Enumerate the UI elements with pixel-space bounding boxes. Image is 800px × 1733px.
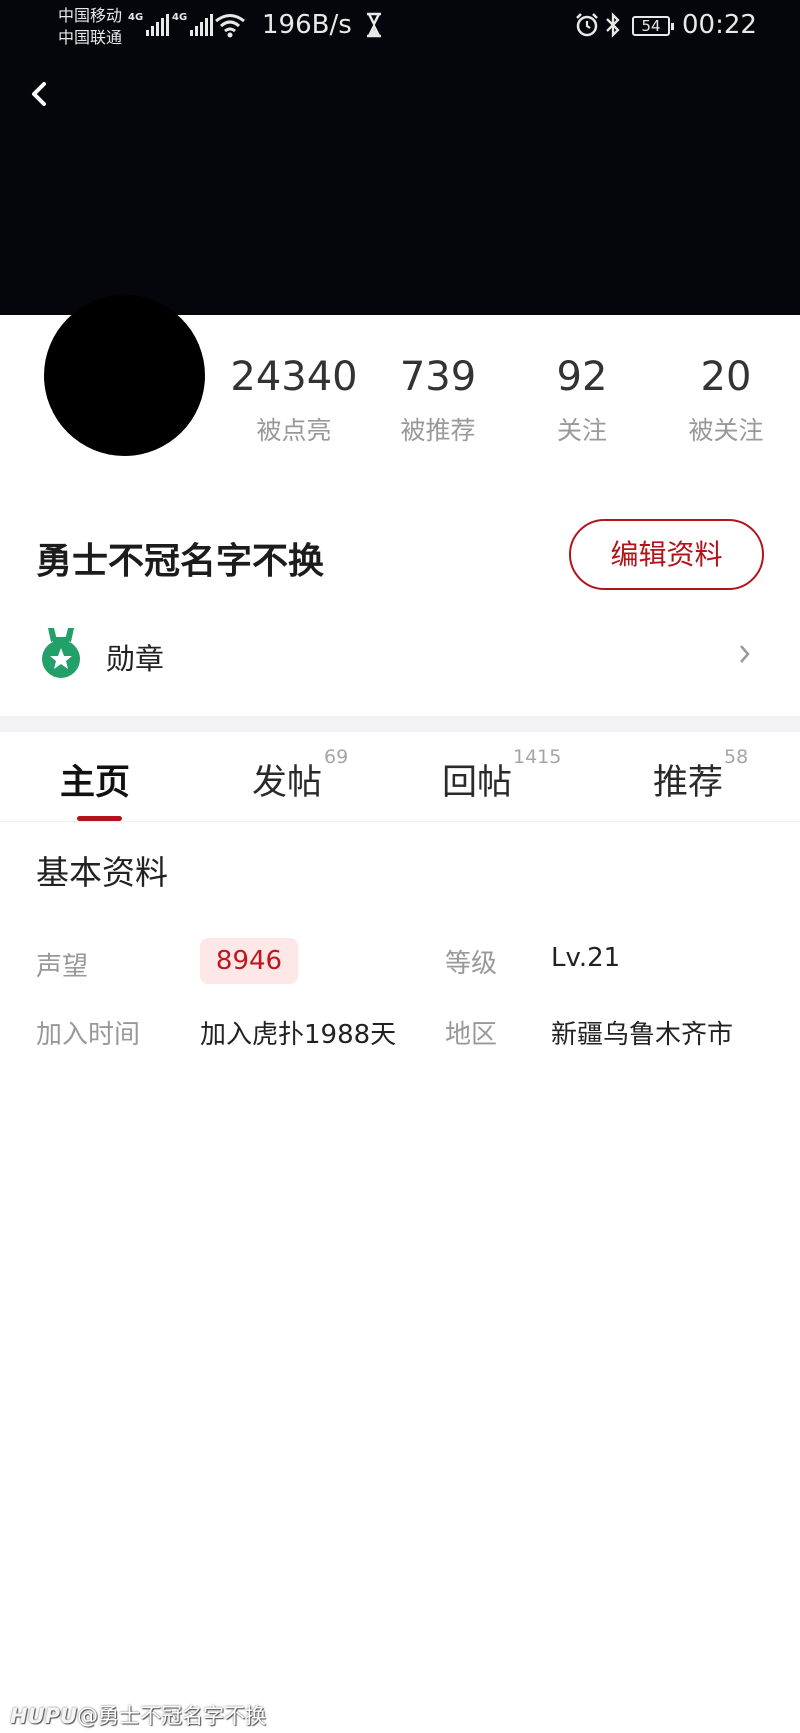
join-time-label: 加入时间 bbox=[36, 1020, 141, 1050]
watermark-handle: @勇士不冠名字不换 bbox=[77, 1704, 267, 1728]
username: 勇士不冠名字不换 bbox=[36, 541, 325, 582]
wifi-icon bbox=[215, 14, 245, 38]
carrier-1: 中国移动 bbox=[58, 6, 123, 25]
tab-recommend[interactable]: 推荐 58 bbox=[653, 746, 748, 805]
tab-label: 回帖 bbox=[442, 763, 513, 803]
carrier-names: 中国移动 中国联通 bbox=[58, 5, 122, 49]
section-divider bbox=[0, 716, 800, 732]
alarm-icon bbox=[576, 13, 598, 37]
medal-icon bbox=[42, 628, 80, 678]
watermark: HUPU@勇士不冠名字不换 bbox=[10, 1700, 266, 1730]
edit-profile-button[interactable]: 编辑资料 bbox=[569, 519, 764, 590]
stat-label: 关注 bbox=[556, 416, 607, 445]
stat-recommended[interactable]: 739 被推荐 bbox=[368, 355, 508, 447]
tab-label: 发帖 bbox=[252, 763, 323, 803]
signal-icon: 4G bbox=[172, 12, 214, 36]
tab-count: 58 bbox=[724, 746, 749, 768]
stat-value: 20 bbox=[700, 354, 752, 400]
stat-value: 24340 bbox=[230, 354, 358, 400]
chevron-right-icon bbox=[740, 645, 750, 663]
profile-header-banner: 中国移动 中国联通 4G 4G 196B/s 54 00:22 bbox=[0, 0, 800, 315]
carrier-2: 中国联通 bbox=[58, 28, 123, 47]
tab-posts[interactable]: 发帖 69 bbox=[252, 746, 348, 805]
hourglass-icon bbox=[367, 12, 381, 38]
region-label: 地区 bbox=[445, 1020, 498, 1050]
region-value: 新疆乌鲁木齐市 bbox=[551, 1020, 734, 1050]
status-bar: 中国移动 中国联通 4G 4G 196B/s 54 00:22 bbox=[0, 0, 800, 54]
network-speed: 196B/s bbox=[262, 10, 352, 40]
stat-followers[interactable]: 20 被关注 bbox=[656, 355, 796, 447]
stat-value: 92 bbox=[556, 354, 608, 400]
tab-count: 69 bbox=[324, 746, 349, 768]
battery-icon: 54 bbox=[632, 16, 674, 36]
bluetooth-icon bbox=[606, 12, 620, 38]
tab-label: 主页 bbox=[60, 763, 131, 803]
stat-label: 被关注 bbox=[688, 416, 764, 445]
stat-label: 被点亮 bbox=[256, 416, 332, 445]
stat-following[interactable]: 92 关注 bbox=[512, 355, 652, 447]
medal-row[interactable]: 勋章 bbox=[0, 620, 800, 690]
avatar[interactable] bbox=[44, 295, 205, 456]
prestige-badge: 8946 bbox=[200, 938, 298, 984]
signal-type-1: 4G bbox=[128, 12, 144, 23]
back-arrow-icon[interactable] bbox=[24, 74, 54, 114]
profile-tabs: 主页 发帖 69 回帖 1415 推荐 58 bbox=[0, 732, 800, 822]
basic-info-title: 基本资料 bbox=[36, 853, 168, 892]
active-tab-indicator bbox=[77, 816, 122, 821]
signal-type-2: 4G bbox=[172, 12, 188, 23]
join-time-value: 加入虎扑1988天 bbox=[200, 1020, 397, 1050]
tab-home[interactable]: 主页 bbox=[60, 754, 130, 805]
level-label: 等级 bbox=[445, 949, 498, 979]
prestige-label: 声望 bbox=[36, 952, 89, 982]
medal-label: 勋章 bbox=[106, 642, 165, 676]
tab-label: 推荐 bbox=[653, 763, 724, 803]
tab-count: 1415 bbox=[513, 746, 562, 768]
stat-label: 被推荐 bbox=[400, 416, 476, 445]
stat-value: 739 bbox=[399, 354, 477, 400]
signal-icon: 4G bbox=[128, 12, 170, 36]
tab-replies[interactable]: 回帖 1415 bbox=[442, 746, 561, 805]
status-time: 00:22 bbox=[682, 10, 757, 40]
watermark-brand: HUPU bbox=[10, 1704, 78, 1728]
level-value: Lv.21 bbox=[551, 943, 621, 973]
stat-lit[interactable]: 24340 被点亮 bbox=[224, 355, 364, 447]
